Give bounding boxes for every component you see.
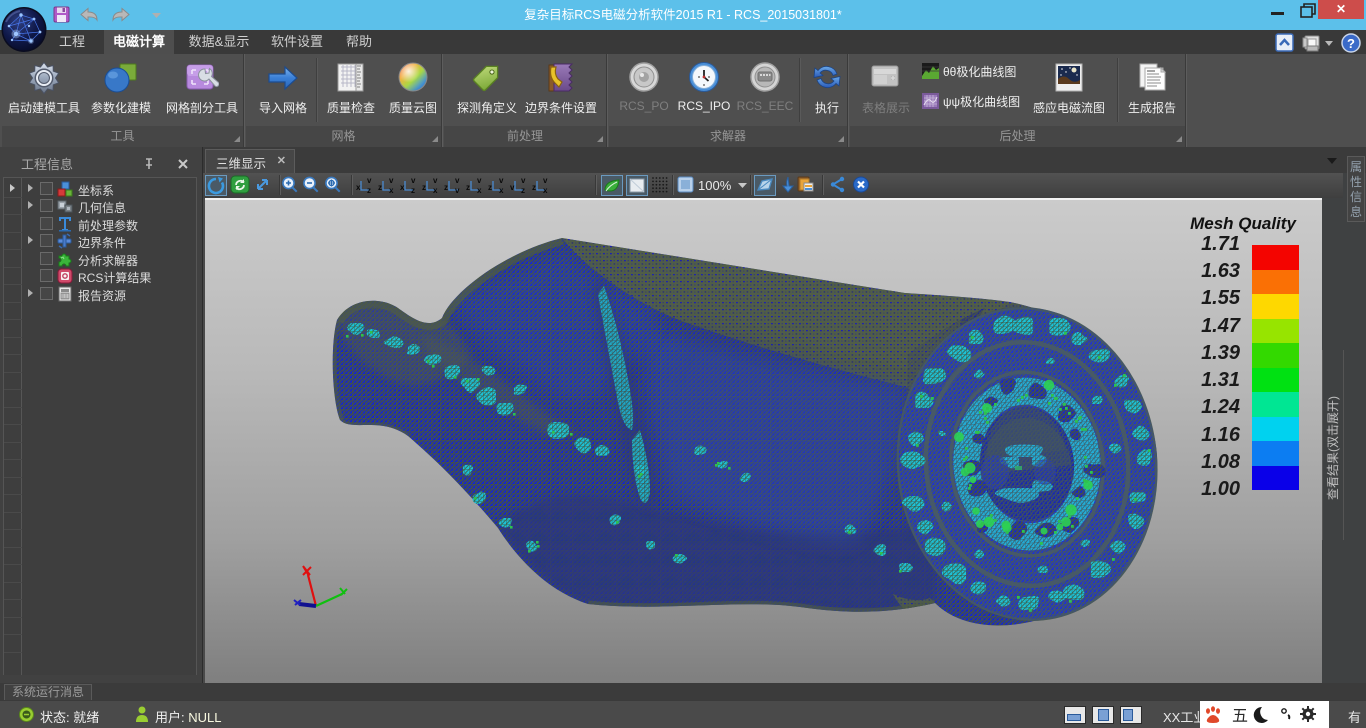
svg-text:100%: 100% bbox=[698, 178, 732, 193]
svg-text:v: v bbox=[477, 176, 482, 185]
svg-text:x: x bbox=[389, 186, 394, 194]
svg-text:x: x bbox=[477, 186, 482, 194]
svg-text:z: z bbox=[444, 183, 448, 192]
svg-text:v: v bbox=[521, 176, 526, 185]
svg-text:v: v bbox=[433, 176, 438, 185]
svg-text:z: z bbox=[367, 186, 371, 194]
svg-text:工程信息: 工程信息 bbox=[21, 157, 73, 172]
svg-text:x: x bbox=[400, 183, 405, 192]
svg-text:v: v bbox=[367, 176, 372, 185]
svg-text:z: z bbox=[422, 183, 426, 192]
svg-text:五: 五 bbox=[1232, 708, 1248, 725]
svg-text:x: x bbox=[499, 186, 504, 194]
svg-text:z: z bbox=[378, 183, 382, 192]
svg-text:x: x bbox=[543, 186, 548, 194]
svg-text:x: x bbox=[433, 186, 438, 194]
svg-text:v: v bbox=[389, 176, 394, 185]
svg-text:z: z bbox=[532, 183, 536, 192]
svg-text:v: v bbox=[455, 176, 460, 185]
svg-text:z: z bbox=[466, 183, 470, 192]
svg-text:v: v bbox=[510, 183, 515, 192]
svg-text:z: z bbox=[521, 186, 525, 194]
svg-text:v: v bbox=[455, 186, 460, 194]
svg-text:v: v bbox=[499, 176, 504, 185]
svg-text:v: v bbox=[543, 176, 548, 185]
svg-text:?: ? bbox=[1347, 36, 1355, 51]
svg-text:z: z bbox=[488, 183, 492, 192]
svg-text:z: z bbox=[411, 186, 415, 194]
svg-text:x: x bbox=[356, 183, 361, 192]
svg-text:v: v bbox=[411, 176, 416, 185]
